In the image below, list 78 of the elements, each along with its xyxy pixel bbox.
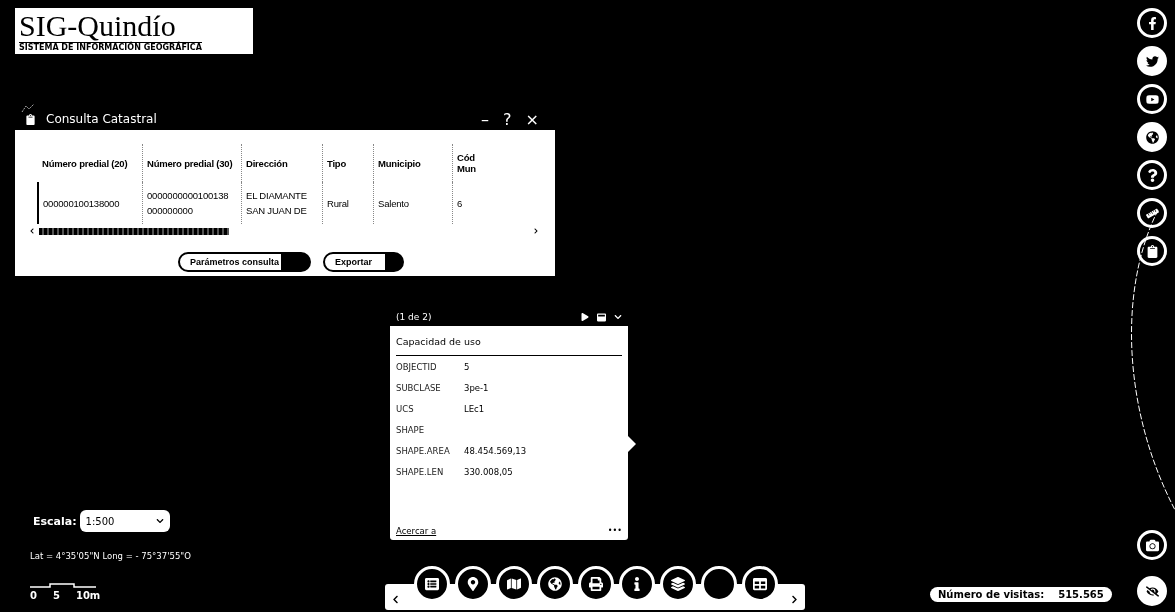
table-cell: 000000100138000 [38, 182, 143, 224]
visits-label: Número de visitas: [938, 589, 1045, 600]
list-icon [425, 577, 439, 591]
panel-icon [25, 113, 36, 125]
column-header[interactable]: Número predial (30) [142, 144, 242, 182]
panel-title: Consulta Catastral [46, 112, 158, 126]
print-icon [589, 577, 603, 591]
globe-icon [548, 577, 562, 591]
field-value: 330.008,05 [464, 466, 513, 477]
zoom-to-link[interactable]: Acercar a [396, 526, 437, 536]
coordinates: Lat = 4°35'05"N Long = - 75°37'55"O [30, 551, 191, 561]
scale-bar [30, 582, 96, 588]
play-icon [1145, 92, 1159, 106]
camera-icon [1145, 538, 1159, 552]
panel-control[interactable]: ? [501, 109, 514, 129]
help-icon [1145, 168, 1159, 182]
field-value: 5 [464, 361, 470, 372]
column-header[interactable]: Cód Mun [452, 144, 481, 182]
popup-counter: (1 de 2) [396, 312, 433, 322]
help-button[interactable] [1137, 160, 1167, 190]
logo-subtitle: SISTEMA DE INFORMACIÓN GEOGRÁFICA [19, 42, 202, 52]
panel-control[interactable]: × [523, 109, 541, 129]
scale-bar-label: 0 [30, 590, 37, 601]
ruler-button[interactable] [1137, 198, 1167, 228]
globe-icon [1145, 130, 1159, 144]
eye-slash-icon [1145, 584, 1159, 598]
hide-button[interactable] [1137, 576, 1167, 606]
table-cell: Salento [373, 182, 453, 224]
scale-label: Escala: [33, 514, 77, 528]
right-arrow-icon [790, 595, 799, 604]
clipboard-icon [1145, 244, 1159, 258]
field-label: SHAPE [396, 424, 426, 435]
scale-bar-label: 10m [75, 590, 101, 601]
panel-control[interactable]: – [479, 109, 492, 129]
twitter-button[interactable] [1137, 46, 1167, 76]
field-value: LEc1 [464, 403, 485, 414]
field-label: SUBCLASE [396, 382, 442, 393]
column-header[interactable]: Tipo [322, 144, 374, 182]
camera-button[interactable] [1137, 530, 1167, 560]
field-value: 48.454.569,13 [464, 445, 527, 456]
left-arrow-icon [391, 595, 400, 604]
map-icon [507, 577, 521, 591]
table-icon [753, 577, 767, 591]
clipboard-button[interactable] [1137, 236, 1167, 266]
globe-button[interactable] [1137, 122, 1167, 152]
chevron-icon [155, 517, 164, 525]
export-button[interactable]: Exportar [323, 252, 405, 272]
youtube-button[interactable] [1137, 84, 1167, 114]
collapse-icon[interactable] [614, 313, 622, 321]
logo-title: SIG-Quindío [19, 10, 176, 42]
horizontal-scrollbar[interactable] [29, 226, 539, 236]
column-header[interactable]: Dirección [241, 144, 323, 182]
left-arrow-icon[interactable] [29, 228, 35, 234]
scale-bar-label: 5 [52, 590, 60, 601]
field-label: SHAPE.LEN [396, 466, 445, 477]
table-cell: 6 [452, 182, 481, 224]
table-cell: 0000000000100138 000000000 [142, 182, 242, 224]
visits-value: 515.565 [1058, 589, 1104, 600]
more-button[interactable]: ••• [607, 526, 622, 536]
table-cell: EL DIAMANTE SAN JUAN DE [241, 182, 323, 224]
scale-select[interactable]: 1:500 [79, 510, 170, 532]
field-label: OBJECTID [396, 361, 438, 372]
column-header[interactable]: Municipio [373, 144, 453, 182]
table-cell: Rural [322, 182, 374, 224]
field-label: UCS [396, 403, 415, 414]
field-label: SHAPE.AREA [396, 445, 451, 456]
parameters-button[interactable]: Parámetros consulta [177, 252, 311, 272]
right-arrow-icon[interactable] [533, 228, 539, 234]
pin-icon [466, 577, 480, 591]
facebook-button[interactable] [1137, 8, 1167, 38]
layers-icon [671, 577, 685, 591]
popup-title: Capacidad de uso [396, 332, 622, 356]
next-icon[interactable] [581, 313, 589, 321]
maximize-icon[interactable] [597, 312, 606, 322]
column-header[interactable]: Número predial (20) [38, 144, 143, 182]
bird-icon [1145, 54, 1159, 68]
ruler-icon [1145, 206, 1159, 220]
field-value: 3pe-1 [464, 382, 489, 393]
